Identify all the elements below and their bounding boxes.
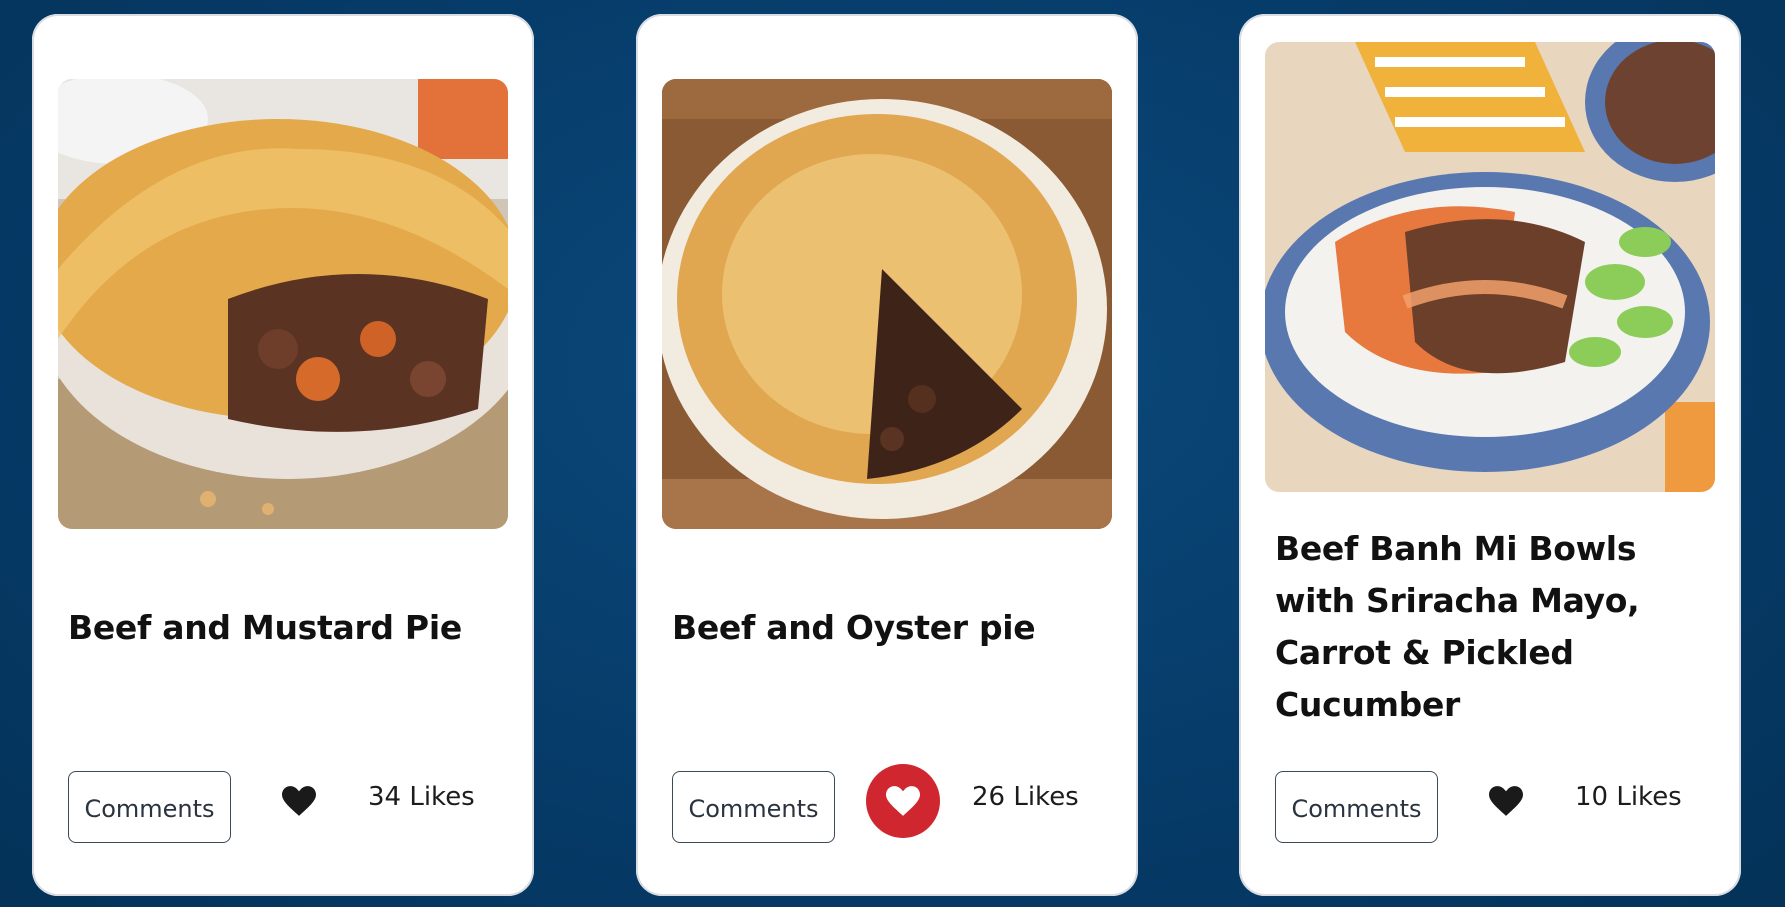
comments-button[interactable]: Comments bbox=[672, 771, 835, 843]
comments-button[interactable]: Comments bbox=[1275, 771, 1438, 843]
beef-oyster-pie-photo bbox=[662, 79, 1112, 529]
recipe-card: Beef and Oyster pie Comments 26 Likes bbox=[636, 14, 1138, 896]
heart-icon bbox=[886, 786, 920, 816]
likes-count: 34 Likes bbox=[368, 782, 475, 812]
recipe-title[interactable]: Beef Banh Mi Bowls with Sriracha Mayo, C… bbox=[1275, 523, 1711, 731]
like-button[interactable] bbox=[1469, 764, 1543, 838]
likes-count: 26 Likes bbox=[972, 782, 1079, 812]
heart-icon bbox=[1489, 786, 1523, 816]
banh-mi-bowl-photo bbox=[1265, 42, 1715, 492]
recipe-card: Beef and Mustard Pie Comments 34 Likes bbox=[32, 14, 534, 896]
heart-icon bbox=[282, 786, 316, 816]
recipe-title[interactable]: Beef and Oyster pie bbox=[672, 602, 1108, 654]
recipe-image[interactable] bbox=[58, 79, 508, 529]
recipe-image[interactable] bbox=[1265, 42, 1715, 492]
recipe-card: Beef Banh Mi Bowls with Sriracha Mayo, C… bbox=[1239, 14, 1741, 896]
likes-count: 10 Likes bbox=[1575, 782, 1682, 812]
comments-button[interactable]: Comments bbox=[68, 771, 231, 843]
recipe-title[interactable]: Beef and Mustard Pie bbox=[68, 602, 504, 654]
recipe-image[interactable] bbox=[662, 79, 1112, 529]
like-button[interactable] bbox=[262, 764, 336, 838]
beef-mustard-pie-photo bbox=[58, 79, 508, 529]
like-button[interactable] bbox=[866, 764, 940, 838]
